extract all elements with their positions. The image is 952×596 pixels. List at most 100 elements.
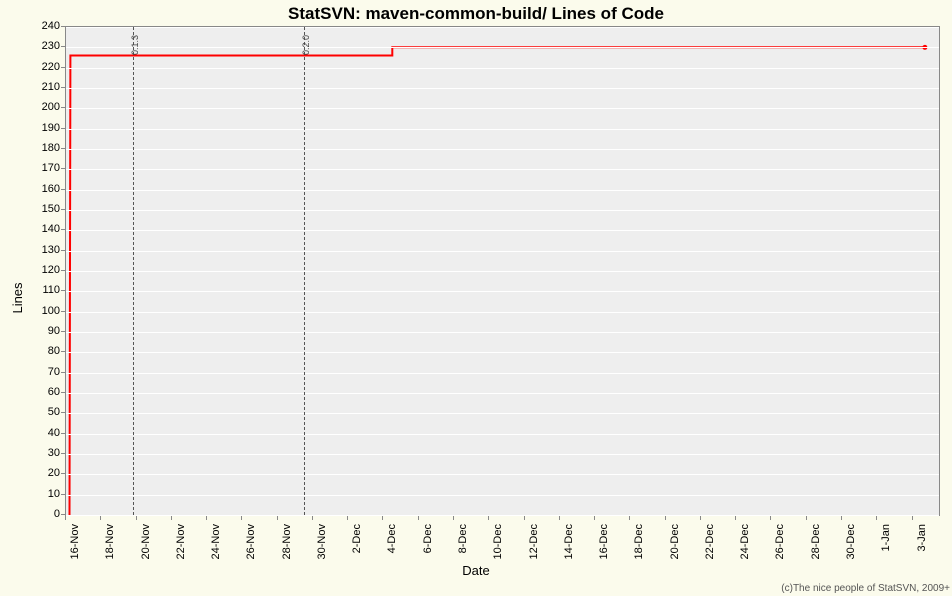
y-tick-mark <box>61 209 65 210</box>
x-tick-label: 24-Dec <box>739 524 751 559</box>
gridline <box>66 88 939 89</box>
x-tick-label: 26-Nov <box>245 524 257 559</box>
x-tick-label: 12-Dec <box>528 524 540 559</box>
y-tick-label: 110 <box>20 284 60 296</box>
x-tick-label: 4-Dec <box>386 524 398 553</box>
x-tick-mark <box>841 516 842 520</box>
x-tick-mark <box>594 516 595 520</box>
gridline <box>66 474 939 475</box>
x-tick-label: 6-Dec <box>422 524 434 553</box>
x-tick-label: 2-Dec <box>351 524 363 553</box>
x-tick-mark <box>100 516 101 520</box>
x-tick-mark <box>488 516 489 520</box>
x-tick-label: 24-Nov <box>210 524 222 559</box>
y-tick-label: 150 <box>20 203 60 215</box>
y-tick-mark <box>61 87 65 88</box>
y-tick-label: 0 <box>20 508 60 520</box>
gridline <box>66 129 939 130</box>
y-tick-mark <box>61 168 65 169</box>
gridline <box>66 515 939 516</box>
y-tick-mark <box>61 107 65 108</box>
x-axis-label: Date <box>0 563 952 578</box>
y-tick-mark <box>61 433 65 434</box>
x-tick-mark <box>382 516 383 520</box>
gridline <box>66 393 939 394</box>
x-tick-label: 16-Nov <box>69 524 81 559</box>
x-tick-mark <box>206 516 207 520</box>
plot-area: 0.1.30.2.0 <box>65 26 940 516</box>
x-tick-mark <box>700 516 701 520</box>
y-tick-label: 190 <box>20 122 60 134</box>
y-tick-mark <box>61 351 65 352</box>
gridline <box>66 495 939 496</box>
y-tick-label: 60 <box>20 386 60 398</box>
y-tick-label: 90 <box>20 325 60 337</box>
x-tick-mark <box>418 516 419 520</box>
y-tick-mark <box>61 514 65 515</box>
y-tick-label: 30 <box>20 447 60 459</box>
chart-title: StatSVN: maven-common-build/ Lines of Co… <box>0 4 952 24</box>
copyright-text: (c)The nice people of StatSVN, 2009+ <box>781 583 950 594</box>
gridline <box>66 251 939 252</box>
x-tick-label: 28-Nov <box>281 524 293 559</box>
x-tick-mark <box>876 516 877 520</box>
gridline <box>66 210 939 211</box>
x-tick-mark <box>912 516 913 520</box>
gridline <box>66 413 939 414</box>
y-tick-label: 130 <box>20 244 60 256</box>
gridline <box>66 454 939 455</box>
version-marker-label: 0.1.3 <box>130 35 140 55</box>
x-tick-label: 16-Dec <box>598 524 610 559</box>
x-tick-mark <box>806 516 807 520</box>
y-tick-label: 140 <box>20 223 60 235</box>
x-tick-label: 30-Nov <box>316 524 328 559</box>
y-tick-label: 40 <box>20 427 60 439</box>
y-tick-label: 80 <box>20 345 60 357</box>
y-tick-label: 120 <box>20 264 60 276</box>
y-tick-mark <box>61 331 65 332</box>
y-tick-label: 100 <box>20 305 60 317</box>
y-tick-label: 70 <box>20 366 60 378</box>
y-tick-mark <box>61 392 65 393</box>
gridline <box>66 352 939 353</box>
y-tick-mark <box>61 473 65 474</box>
x-tick-mark <box>347 516 348 520</box>
y-tick-label: 210 <box>20 81 60 93</box>
x-tick-label: 26-Dec <box>774 524 786 559</box>
y-tick-mark <box>61 250 65 251</box>
x-tick-label: 3-Jan <box>916 524 928 552</box>
gridline <box>66 68 939 69</box>
y-tick-mark <box>61 67 65 68</box>
x-tick-mark <box>629 516 630 520</box>
version-marker <box>133 27 134 515</box>
y-tick-mark <box>61 46 65 47</box>
y-tick-mark <box>61 189 65 190</box>
y-tick-mark <box>61 26 65 27</box>
gridline <box>66 230 939 231</box>
x-tick-mark <box>453 516 454 520</box>
x-tick-label: 18-Nov <box>104 524 116 559</box>
x-tick-label: 10-Dec <box>492 524 504 559</box>
x-tick-mark <box>136 516 137 520</box>
x-tick-label: 1-Jan <box>880 524 892 552</box>
loc-line <box>70 47 925 515</box>
y-tick-mark <box>61 128 65 129</box>
x-tick-label: 20-Nov <box>140 524 152 559</box>
x-tick-mark <box>171 516 172 520</box>
x-tick-label: 28-Dec <box>810 524 822 559</box>
y-tick-label: 20 <box>20 467 60 479</box>
gridline <box>66 27 939 28</box>
x-tick-label: 30-Dec <box>845 524 857 559</box>
y-tick-label: 200 <box>20 101 60 113</box>
y-tick-label: 50 <box>20 406 60 418</box>
gridline <box>66 271 939 272</box>
y-tick-mark <box>61 148 65 149</box>
y-tick-mark <box>61 311 65 312</box>
gridline <box>66 434 939 435</box>
gridline <box>66 373 939 374</box>
gridline <box>66 291 939 292</box>
x-tick-label: 20-Dec <box>669 524 681 559</box>
y-tick-mark <box>61 412 65 413</box>
x-tick-label: 8-Dec <box>457 524 469 553</box>
gridline <box>66 190 939 191</box>
